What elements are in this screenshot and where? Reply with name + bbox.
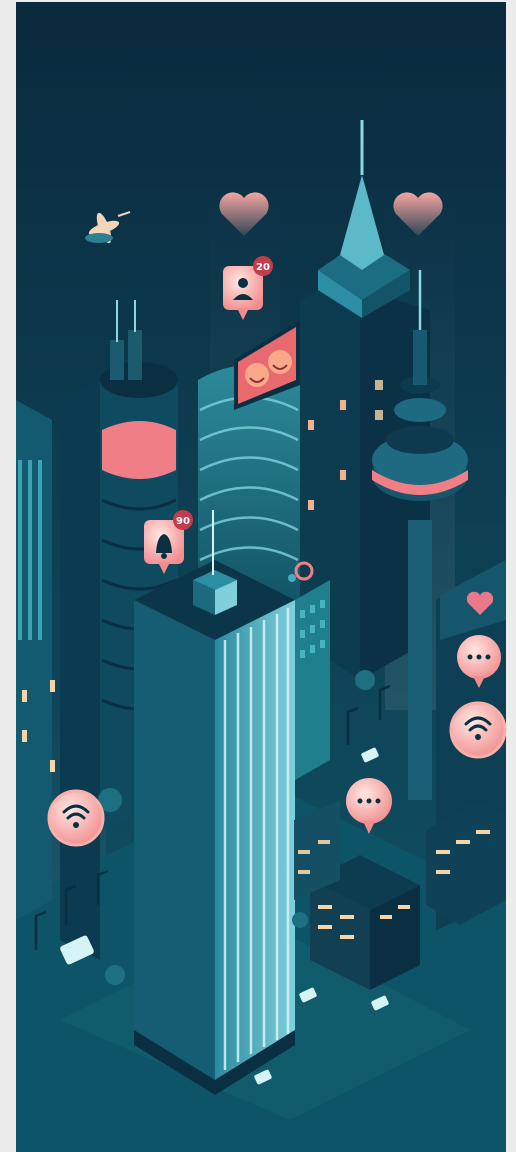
left-edge-building — [16, 400, 55, 920]
main-skyscraper — [134, 510, 295, 1095]
wifi-icon — [449, 701, 507, 759]
wifi-icon — [47, 789, 105, 847]
isometric-city-illustration: 20 90 — [0, 0, 516, 1152]
badge-count-user: 20 — [256, 262, 270, 273]
badge-count-bell: 90 — [176, 516, 190, 527]
green-building — [295, 580, 330, 780]
